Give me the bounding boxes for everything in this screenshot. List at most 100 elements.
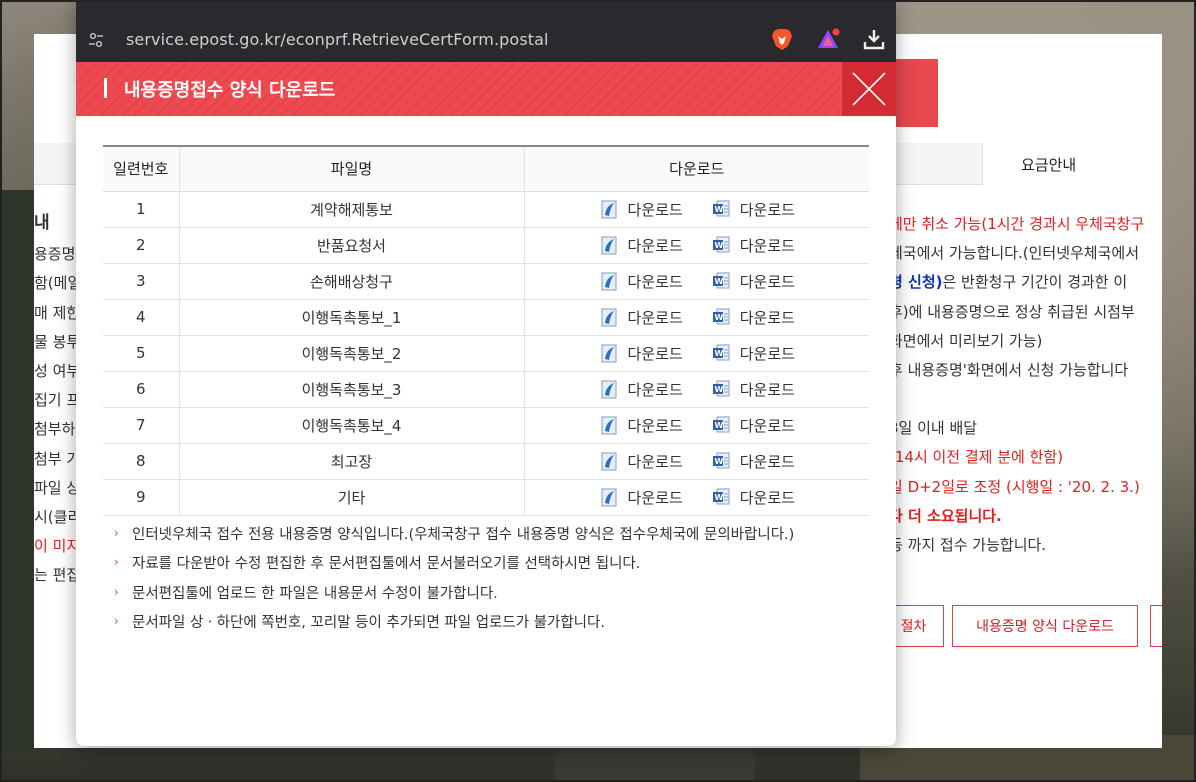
- row-serial: 8: [103, 443, 179, 480]
- download-doc-link[interactable]: W 다운로드: [711, 415, 795, 436]
- url-text[interactable]: service.epost.go.kr/econprf.RetrieveCert…: [126, 30, 549, 49]
- download-doc-link[interactable]: W 다운로드: [711, 271, 795, 292]
- svg-text:W: W: [714, 313, 723, 322]
- download-popup-window: service.epost.go.kr/econprf.RetrieveCert…: [76, 0, 896, 746]
- table-row: 6 이행독촉통보_3 다운로드 W 다운로드: [103, 371, 869, 408]
- alert-triangle-icon[interactable]: [816, 28, 840, 50]
- notice-item: › 문서편집툴에 업로드 한 파일은 내용문서 수정이 불가합니다.: [114, 584, 498, 602]
- svg-text:W: W: [714, 349, 723, 358]
- svg-text:W: W: [714, 277, 723, 286]
- right-partial-text: 에만 취소 가능(1시간 경과시 우체국창구 체국에서 가능합니다.(인터넷우체…: [889, 215, 1145, 555]
- hwp-file-icon: [601, 236, 617, 255]
- hwp-file-icon: [601, 452, 617, 471]
- hwp-file-icon: [601, 380, 617, 399]
- table-row: 5 이행독촉통보_2 다운로드 W 다운로드: [103, 335, 869, 372]
- tab-fee-info[interactable]: 요금안내: [982, 143, 1162, 185]
- row-filename: 계약해제통보: [178, 191, 524, 228]
- row-filename: 반품요청서: [178, 227, 524, 264]
- table-row: 7 이행독촉통보_4 다운로드 W 다운로드: [103, 407, 869, 444]
- row-serial: 2: [103, 227, 179, 264]
- row-serial: 6: [103, 371, 179, 408]
- download-hwp-link[interactable]: 다운로드: [599, 415, 683, 436]
- download-hwp-link[interactable]: 다운로드: [599, 307, 683, 328]
- doc-file-icon: W: [712, 488, 730, 505]
- row-serial: 7: [103, 407, 179, 444]
- doc-file-icon: W: [712, 452, 730, 469]
- form-download-button[interactable]: 내용증명 양식 다운로드: [952, 605, 1138, 647]
- header-download: 다운로드: [523, 145, 869, 192]
- row-filename: 이행독촉통보_4: [178, 407, 524, 444]
- row-serial: 5: [103, 335, 179, 372]
- download-hwp-link[interactable]: 다운로드: [599, 199, 683, 220]
- row-downloads: 다운로드 W 다운로드: [523, 443, 869, 480]
- notice-item: › 인터넷우체국 접수 전용 내용증명 양식입니다.(우체국창구 접수 내용증명 …: [114, 526, 795, 543]
- row-serial: 9: [103, 479, 179, 516]
- hwp-file-icon: [601, 200, 617, 219]
- row-downloads: 다운로드 W 다운로드: [523, 263, 869, 300]
- download-doc-link[interactable]: W 다운로드: [711, 199, 795, 220]
- next-button-partial[interactable]: [1150, 605, 1162, 647]
- row-filename: 이행독촉통보_2: [178, 335, 524, 372]
- svg-text:W: W: [714, 385, 723, 394]
- row-filename: 최고장: [178, 443, 524, 480]
- download-doc-link[interactable]: W 다운로드: [711, 451, 795, 472]
- row-filename: 이행독촉통보_3: [178, 371, 524, 408]
- download-hwp-link[interactable]: 다운로드: [599, 451, 683, 472]
- download-icon[interactable]: [862, 28, 886, 50]
- table-header-row: 일련번호 파일명 다운로드: [103, 145, 869, 192]
- row-serial: 4: [103, 299, 179, 336]
- download-hwp-link[interactable]: 다운로드: [599, 271, 683, 292]
- hwp-file-icon: [601, 416, 617, 435]
- table-row: 3 손해배상청구 다운로드 W 다운로드: [103, 263, 869, 300]
- doc-file-icon: W: [712, 272, 730, 289]
- download-doc-link[interactable]: W 다운로드: [711, 379, 795, 400]
- doc-file-icon: W: [712, 200, 730, 217]
- notice-list: › 인터넷우체국 접수 전용 내용증명 양식입니다.(우체국창구 접수 내용증명 …: [114, 523, 794, 640]
- browser-address-bar: service.epost.go.kr/econprf.RetrieveCert…: [76, 0, 896, 62]
- row-downloads: 다운로드 W 다운로드: [523, 407, 869, 444]
- download-doc-link[interactable]: W 다운로드: [711, 235, 795, 256]
- doc-file-icon: W: [712, 308, 730, 325]
- table-row: 4 이행독촉통보_1 다운로드 W 다운로드: [103, 299, 869, 336]
- row-serial: 1: [103, 191, 179, 228]
- hwp-file-icon: [601, 344, 617, 363]
- row-filename: 손해배상청구: [178, 263, 524, 300]
- notice-item: › 자료를 다운받아 수정 편집한 후 문서편집툴에서 문서불러오기를 선택하시면…: [114, 555, 641, 573]
- download-doc-link[interactable]: W 다운로드: [711, 487, 795, 508]
- svg-text:W: W: [714, 457, 723, 466]
- row-downloads: 다운로드 W 다운로드: [523, 227, 869, 264]
- row-downloads: 다운로드 W 다운로드: [523, 335, 869, 372]
- row-filename: 이행독촉통보_1: [178, 299, 524, 336]
- doc-file-icon: W: [712, 236, 730, 253]
- close-icon: [852, 72, 886, 106]
- svg-text:W: W: [714, 493, 723, 502]
- download-hwp-link[interactable]: 다운로드: [599, 343, 683, 364]
- doc-file-icon: W: [712, 416, 730, 433]
- header-filename: 파일명: [178, 145, 524, 192]
- header-serial: 일련번호: [103, 145, 179, 192]
- download-doc-link[interactable]: W 다운로드: [711, 307, 795, 328]
- table-row: 1 계약해제통보 다운로드 W 다운로드: [103, 191, 869, 228]
- popup-title-bar: 내용증명접수 양식 다운로드: [76, 62, 896, 116]
- svg-text:W: W: [714, 421, 723, 430]
- svg-text:W: W: [714, 205, 723, 214]
- doc-file-icon: W: [712, 344, 730, 361]
- row-downloads: 다운로드 W 다운로드: [523, 299, 869, 336]
- doc-file-icon: W: [712, 380, 730, 397]
- row-filename: 기타: [178, 479, 524, 516]
- table-row: 9 기타 다운로드 W 다운로드: [103, 479, 869, 516]
- form-download-table: 일련번호 파일명 다운로드 1 계약해제통보 다운로드 W 다운로드 2 반품요청서 다운로드…: [103, 145, 869, 516]
- close-button[interactable]: [842, 62, 896, 116]
- download-hwp-link[interactable]: 다운로드: [599, 235, 683, 256]
- download-doc-link[interactable]: W 다운로드: [711, 343, 795, 364]
- download-hwp-link[interactable]: 다운로드: [599, 487, 683, 508]
- table-row: 8 최고장 다운로드 W 다운로드: [103, 443, 869, 480]
- row-downloads: 다운로드 W 다운로드: [523, 371, 869, 408]
- table-row: 2 반품요청서 다운로드 W 다운로드: [103, 227, 869, 264]
- download-hwp-link[interactable]: 다운로드: [599, 379, 683, 400]
- site-settings-icon[interactable]: [88, 30, 104, 50]
- popup-title: 내용증명접수 양식 다운로드: [124, 80, 336, 101]
- brave-shield-icon[interactable]: [770, 28, 794, 50]
- row-serial: 3: [103, 263, 179, 300]
- hwp-file-icon: [601, 488, 617, 507]
